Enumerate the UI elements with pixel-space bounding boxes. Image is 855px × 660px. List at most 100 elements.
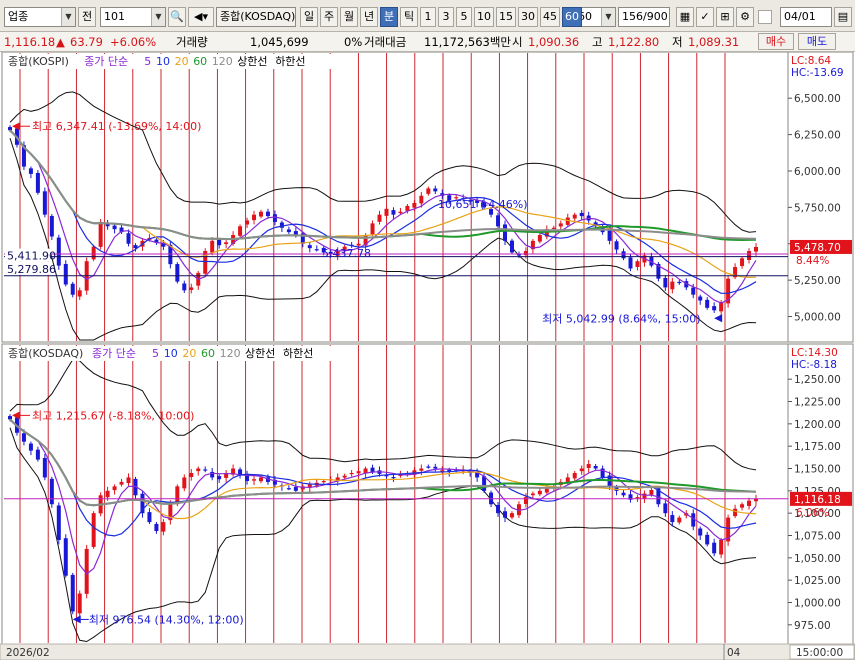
- candle-body: [8, 127, 12, 131]
- period-button-0[interactable]: 일: [300, 7, 318, 27]
- layout-icon[interactable]: ⊞: [716, 7, 734, 27]
- candle-body: [307, 245, 312, 249]
- candle-body: [537, 490, 542, 495]
- market-select[interactable]: 업종 ▼: [4, 7, 76, 27]
- candle-body: [747, 500, 752, 507]
- legend-item: 60: [193, 55, 207, 68]
- quote-price: 1,116.18: [4, 35, 56, 49]
- period-button-11[interactable]: 30: [518, 7, 538, 27]
- candle-body: [496, 504, 501, 514]
- period-button-13[interactable]: 60: [562, 7, 582, 27]
- candle-body: [286, 488, 291, 490]
- sell-button[interactable]: 매도: [798, 33, 836, 50]
- candle-body: [210, 240, 215, 253]
- candle-body: [56, 505, 61, 540]
- period-button-4[interactable]: 분: [380, 7, 398, 27]
- candle-body: [224, 242, 229, 244]
- market-select-value: 업종: [8, 10, 29, 23]
- period-button-5[interactable]: 틱: [400, 7, 418, 27]
- candle-body: [321, 481, 326, 483]
- candle-body: [523, 497, 528, 504]
- period-button-9[interactable]: 10: [474, 7, 494, 27]
- candle-body: [621, 492, 626, 496]
- low-annotation: 최저 976.54 (14.30%, 12:00): [89, 613, 244, 626]
- y-tick-label: 1,025.00: [794, 575, 841, 587]
- code-input[interactable]: 101 ▼: [100, 7, 166, 27]
- candle-body: [391, 477, 396, 479]
- candle-body: [621, 251, 626, 259]
- legend-item: 20: [182, 347, 196, 360]
- period-button-8[interactable]: 5: [456, 7, 472, 27]
- volume-pct: 0%: [344, 35, 363, 49]
- candle-body: [35, 172, 40, 193]
- y-tick-label: 1,150.00: [794, 464, 841, 476]
- count-field: 156/900: [618, 7, 670, 27]
- candle-body: [677, 517, 682, 523]
- speaker-icon[interactable]: ◀▾: [188, 7, 214, 27]
- candle-body: [663, 503, 668, 514]
- candle-body: [147, 512, 152, 523]
- x-axis-start-label: 2026/02: [6, 647, 50, 659]
- chart-area[interactable]: 6,500.006,250.006,000.005,750.005,500.00…: [0, 52, 855, 660]
- candle-body: [175, 264, 180, 282]
- chart-check-icon[interactable]: ✓: [696, 7, 714, 27]
- period-button-10[interactable]: 15: [496, 7, 516, 27]
- period-button-2[interactable]: 월: [340, 7, 358, 27]
- candle-body: [49, 215, 54, 237]
- search-icon[interactable]: 🔍: [168, 7, 186, 27]
- candle-body: [258, 477, 263, 482]
- candle-body: [433, 466, 438, 469]
- date-checkbox[interactable]: [758, 10, 772, 24]
- candle-body: [503, 224, 508, 241]
- candle-body: [105, 490, 110, 498]
- legend-item: 종가 단순: [92, 347, 136, 360]
- candle-body: [496, 215, 501, 227]
- candle-body: [70, 283, 75, 295]
- candle-body: [712, 306, 717, 311]
- hline-label: 5,411.90: [7, 250, 56, 263]
- calendar-icon[interactable]: ▤: [834, 7, 852, 27]
- y-tick-label: 1,175.00: [794, 441, 841, 453]
- settings-icon[interactable]: ⚙: [736, 7, 754, 27]
- up-arrow-icon: ▲: [56, 35, 65, 49]
- prev-button[interactable]: 전: [78, 7, 96, 27]
- amount-value: 11,172,563백만: [424, 35, 512, 49]
- candle-body: [537, 235, 542, 242]
- high-annotation: 최고 1,215.67 (-8.18%, 10:00): [32, 409, 194, 422]
- candle-body: [642, 493, 647, 499]
- period-button-1[interactable]: 주: [320, 7, 338, 27]
- legend-item: 5: [144, 55, 151, 68]
- candle-body: [91, 513, 96, 547]
- candle-body: [154, 523, 159, 532]
- open-label: 시: [512, 35, 523, 49]
- candle-body: [635, 261, 640, 267]
- candle-body: [258, 211, 263, 217]
- candle-body: [412, 203, 417, 208]
- candle-body: [426, 188, 431, 194]
- legend-item: 상한선: [245, 347, 275, 360]
- date-field[interactable]: 04/01: [780, 7, 832, 27]
- period-button-3[interactable]: 년: [360, 7, 378, 27]
- candle-body: [509, 513, 514, 518]
- candle-body: [70, 574, 75, 612]
- candle-body: [593, 466, 598, 469]
- candle-body: [252, 479, 257, 481]
- grid-icon[interactable]: ▦: [676, 7, 694, 27]
- candle-body: [433, 188, 438, 192]
- candle-body: [252, 214, 257, 221]
- candle-body: [377, 214, 382, 222]
- buy-button[interactable]: 매수: [758, 33, 794, 50]
- candle-body: [670, 281, 675, 290]
- legend-item: 종가 단순: [84, 55, 128, 68]
- candle-body: [419, 195, 424, 204]
- candle-body: [698, 528, 703, 536]
- period-button-6[interactable]: 1: [420, 7, 436, 27]
- quote-change: 63.79: [70, 35, 103, 49]
- y-tick-label: 5,250.00: [794, 275, 841, 287]
- candle-body: [49, 478, 54, 505]
- y-tick-label: 1,225.00: [794, 397, 841, 409]
- open-value: 1,090.36: [528, 35, 580, 49]
- candle-body: [398, 211, 403, 214]
- period-button-7[interactable]: 3: [438, 7, 454, 27]
- period-button-12[interactable]: 45: [540, 7, 560, 27]
